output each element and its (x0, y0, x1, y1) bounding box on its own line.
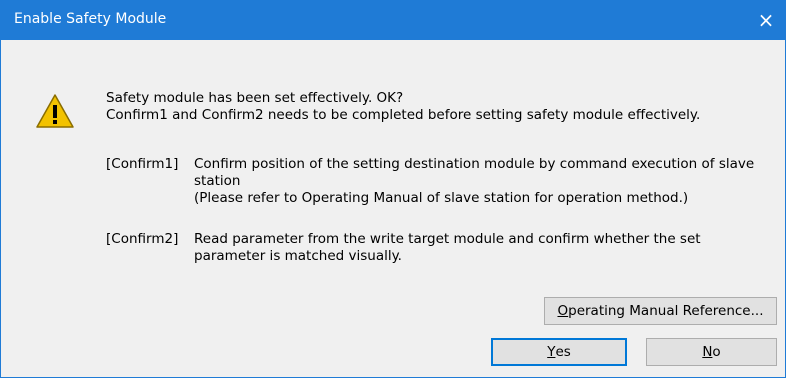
confirm1-line-1: Confirm position of the setting destinat… (194, 156, 755, 172)
no-button[interactable]: No (646, 338, 777, 366)
yes-button[interactable]: Yes (491, 338, 627, 366)
confirm1-line-2: station (194, 173, 241, 189)
confirm2-line-2: parameter is matched visually. (194, 248, 402, 264)
dialog-window: Enable Safety Module × Safety module has… (0, 0, 786, 378)
yes-label: es (555, 344, 571, 360)
confirm2-label: [Confirm2] (106, 231, 179, 247)
operating-manual-reference-button[interactable]: Operating Manual Reference... (544, 297, 777, 325)
title-bar: Enable Safety Module × (1, 1, 785, 40)
no-label: o (712, 344, 721, 360)
confirm2-line-1: Read parameter from the write target mod… (194, 231, 701, 247)
close-icon[interactable]: × (753, 7, 779, 33)
window-title: Enable Safety Module (14, 11, 167, 27)
warning-icon (36, 94, 74, 128)
manual-label: perating Manual Reference... (568, 303, 764, 319)
confirm1-label: [Confirm1] (106, 156, 179, 172)
manual-mnemonic: O (557, 303, 569, 319)
message-line-1: Safety module has been set effectively. … (106, 90, 404, 106)
message-line-2: Confirm1 and Confirm2 needs to be comple… (106, 107, 701, 123)
yes-mnemonic: Y (547, 344, 556, 360)
confirm1-line-3: (Please refer to Operating Manual of sla… (194, 190, 689, 206)
no-mnemonic: N (702, 344, 713, 360)
